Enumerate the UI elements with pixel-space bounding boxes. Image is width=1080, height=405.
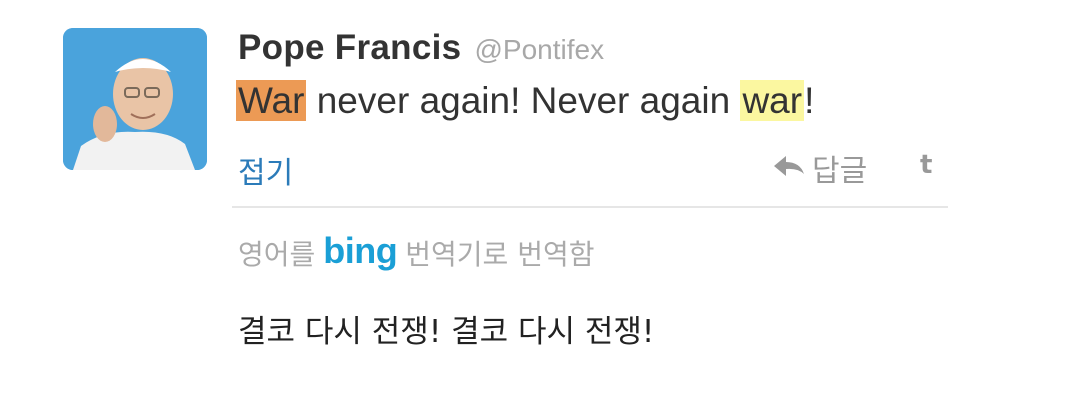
avatar-photo	[63, 28, 207, 170]
reply-label: 답글	[812, 154, 868, 189]
author-name[interactable]: Pope Francis	[238, 28, 461, 67]
highlighted-word: War	[236, 80, 307, 121]
translation-attribution: 영어를 bing 번역기로 번역함	[238, 230, 595, 274]
tweet-text-part: never again! Never again	[306, 80, 741, 121]
translation-prefix: 영어를	[238, 238, 316, 271]
tweet-text: War never again! Never again war!	[236, 80, 814, 122]
collapse-link[interactable]: 접기	[238, 148, 293, 192]
translation-suffix: 번역기로 번역함	[405, 238, 595, 271]
retweet-icon[interactable]: t	[920, 150, 932, 180]
translated-text: 결코 다시 전쟁! 결코 다시 전쟁!	[238, 314, 655, 350]
bing-logo[interactable]: bing	[323, 230, 397, 272]
reply-arrow-icon	[772, 151, 806, 186]
divider	[232, 206, 948, 208]
tweet-text-part: !	[804, 80, 815, 121]
author-handle[interactable]: @Pontifex	[475, 34, 605, 65]
highlighted-word: war	[740, 80, 805, 121]
reply-button[interactable]: 답글	[772, 146, 867, 190]
tweet-author: Pope Francis @Pontifex	[238, 28, 604, 68]
tweet: Pope Francis @Pontifex War never again! …	[0, 0, 1080, 405]
avatar[interactable]	[63, 28, 207, 170]
